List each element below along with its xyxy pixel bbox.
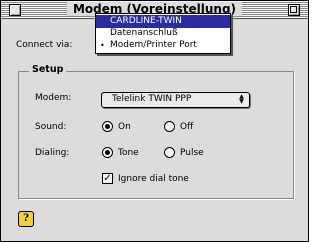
sound-off-radio[interactable] (164, 121, 175, 132)
popup-arrows-icon: ▲ ▼ (239, 93, 244, 105)
connect-via-label: Connect via: (16, 40, 73, 50)
dialing-pulse-radio[interactable] (164, 147, 175, 158)
sound-label: Sound: (35, 122, 67, 132)
modem-popup-value: Telelink TWIN PPP (112, 94, 192, 104)
setup-title: Setup (29, 64, 67, 75)
sound-on-label[interactable]: On (118, 122, 131, 132)
menu-item-label: Modem/Printer Port (110, 40, 197, 50)
modem-window: Modem (Voreinstellung) Connect via: Setu… (0, 0, 309, 242)
zoom-box[interactable] (288, 4, 300, 16)
ignore-dial-tone-label[interactable]: Ignore dial tone (118, 174, 189, 184)
dialing-pulse-label[interactable]: Pulse (180, 148, 204, 158)
sound-on-radio[interactable] (102, 121, 113, 132)
modem-popup[interactable]: Telelink TWIN PPP ▲ ▼ (101, 92, 250, 108)
help-icon[interactable]: ? (18, 211, 34, 227)
dialing-tone-radio[interactable] (102, 147, 113, 158)
ignore-dial-tone-checkbox[interactable]: ✓ (102, 173, 113, 184)
dialing-tone-label[interactable]: Tone (118, 148, 139, 158)
modem-label: Modem: (35, 93, 72, 103)
check-mark-icon: • (100, 41, 105, 50)
dialing-label: Dialing: (35, 148, 70, 158)
sound-off-label[interactable]: Off (180, 122, 193, 132)
menu-item-modem-printer-port[interactable]: • Modem/Printer Port (96, 39, 230, 52)
connect-via-menu[interactable]: CARDLINE-TWIN Datenanschluß • Modem/Prin… (95, 13, 231, 54)
